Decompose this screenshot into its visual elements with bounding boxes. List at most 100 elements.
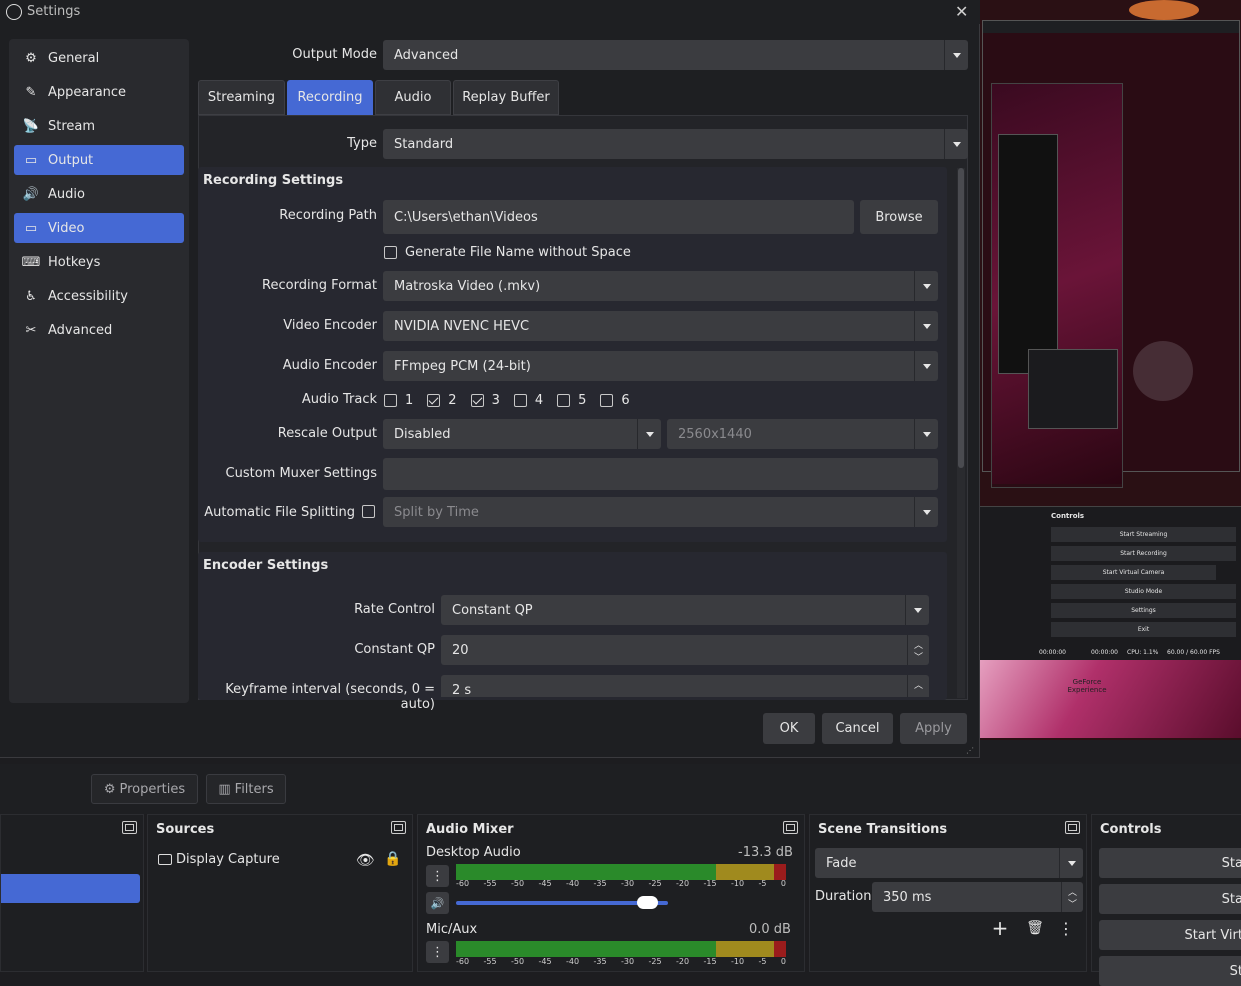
studio-mode-button[interactable]: St	[1099, 956, 1241, 986]
chevron-down-icon	[914, 311, 938, 341]
spin-buttons[interactable]: ︿	[907, 675, 929, 697]
rescale-resolution-select[interactable]: 2560x1440	[667, 419, 938, 449]
sidebar-item-output[interactable]: ▭ Output	[14, 145, 184, 175]
accessibility-icon: ♿	[25, 288, 37, 304]
more-options-icon[interactable]: ⋮	[426, 941, 449, 963]
no-space-row[interactable]: Generate File Name without Space	[384, 245, 631, 260]
keyframe-value: 2 s	[452, 682, 472, 698]
volume-slider-handle[interactable]	[637, 896, 658, 909]
filters-button[interactable]: ▥ Filters	[206, 774, 286, 804]
source-item[interactable]: Display Capture	[158, 852, 280, 867]
scene-item-selected[interactable]	[1, 874, 140, 903]
sidebar-item-label: Audio	[48, 186, 85, 202]
properties-button[interactable]: ⚙ Properties	[91, 774, 198, 804]
tab-recording[interactable]: Recording	[287, 80, 373, 115]
spin-buttons[interactable]: ︿ ﹀	[1061, 882, 1083, 912]
duration-spinbox[interactable]: 350 ms ︿ ﹀	[872, 882, 1083, 912]
keyframe-spinbox[interactable]: 2 s ︿	[441, 675, 929, 697]
sources-dock: Sources Display Capture 👁 🔒	[147, 814, 413, 972]
file-splitting-checkbox[interactable]	[362, 505, 375, 518]
sidebar-item-appearance[interactable]: ✎ Appearance	[14, 77, 184, 107]
sidebar-item-general[interactable]: ⚙ General	[14, 43, 184, 73]
recording-format-value: Matroska Video (.mkv)	[394, 278, 541, 294]
sources-title: Sources	[156, 821, 215, 837]
sidebar-item-audio[interactable]: 🔊 Audio	[14, 179, 184, 209]
recording-settings-heading: Recording Settings	[203, 173, 344, 188]
rescale-output-select[interactable]: Disabled	[383, 419, 661, 449]
file-splitting-select[interactable]: Split by Time	[383, 497, 938, 527]
constant-qp-value: 20	[452, 642, 469, 658]
sidebar-item-hotkeys[interactable]: ⌨ Hotkeys	[14, 247, 184, 277]
track-checkbox[interactable]	[384, 394, 397, 407]
preview-start-recording: Start Recording	[1051, 546, 1236, 561]
more-options-icon[interactable]: ⋮	[1058, 917, 1074, 939]
more-options-icon[interactable]: ⋮	[426, 865, 449, 887]
preview-nested	[991, 83, 1123, 488]
sidebar-item-accessibility[interactable]: ♿ Accessibility	[14, 281, 184, 311]
resize-grip-icon[interactable]: ⋰	[966, 746, 974, 755]
track-checkbox[interactable]	[557, 394, 571, 407]
chevron-down-icon	[914, 271, 938, 301]
sidebar-item-label: Advanced	[48, 322, 113, 338]
chevron-down-icon	[914, 351, 938, 381]
add-icon[interactable]: +	[989, 916, 1011, 940]
preview-exit: Exit	[1051, 622, 1236, 637]
close-icon[interactable]: ✕	[955, 2, 968, 21]
recording-format-select[interactable]: Matroska Video (.mkv)	[383, 271, 938, 301]
undock-icon[interactable]	[1065, 821, 1080, 834]
tab-streaming[interactable]: Streaming	[198, 80, 285, 115]
track-checkbox[interactable]	[470, 394, 484, 407]
video-encoder-select[interactable]: NVIDIA NVENC HEVC	[383, 311, 938, 341]
custom-muxer-input[interactable]	[383, 458, 938, 490]
track-checkbox[interactable]	[427, 394, 441, 407]
chevron-up-icon[interactable]: ︿	[914, 678, 923, 691]
properties-label: Properties	[119, 781, 186, 797]
scrollbar-thumb[interactable]	[958, 168, 964, 468]
eye-icon[interactable]: 👁	[356, 851, 375, 869]
tab-audio[interactable]: Audio	[375, 80, 451, 115]
start-virtual-camera-button[interactable]: Start Virt	[1099, 920, 1241, 950]
trash-icon[interactable]: 🗑	[1024, 917, 1046, 939]
keyboard-icon: ⌨	[21, 254, 41, 270]
spin-buttons[interactable]: ︿ ﹀	[907, 635, 929, 665]
lock-icon[interactable]: 🔒	[384, 851, 401, 867]
undock-icon[interactable]	[391, 821, 406, 834]
track-checkbox[interactable]	[513, 394, 527, 407]
rate-control-select[interactable]: Constant QP	[441, 595, 929, 625]
chevron-down-icon[interactable]: ﹀	[1068, 897, 1077, 910]
ok-button[interactable]: OK	[763, 713, 815, 744]
track-checkbox[interactable]	[600, 394, 614, 407]
sidebar-item-advanced[interactable]: ✂ Advanced	[14, 315, 184, 345]
transition-select[interactable]: Fade	[815, 848, 1083, 878]
speaker-icon[interactable]: 🔊	[426, 892, 449, 914]
output-mode-label: Output Mode	[292, 47, 377, 62]
recording-path-input[interactable]: C:\Users\ethan\Videos	[383, 200, 854, 234]
no-space-checkbox[interactable]	[384, 246, 397, 259]
sidebar-item-video[interactable]: ▭ Video	[14, 213, 184, 243]
start-recording-button[interactable]: Sta	[1099, 884, 1241, 914]
custom-muxer-label: Custom Muxer Settings	[225, 466, 377, 481]
constant-qp-spinbox[interactable]: 20 ︿ ﹀	[441, 635, 929, 665]
output-mode-select[interactable]: Advanced	[383, 40, 968, 70]
duration-label: Duration	[815, 889, 872, 904]
undock-icon[interactable]	[122, 821, 137, 834]
scrollbar[interactable]	[957, 168, 965, 698]
undock-icon[interactable]	[783, 821, 798, 834]
audio-encoder-select[interactable]: FFmpeg PCM (24-bit)	[383, 351, 938, 381]
recording-path-value: C:\Users\ethan\Videos	[394, 209, 538, 225]
tab-replay-buffer[interactable]: Replay Buffer	[453, 80, 559, 115]
keyframe-spinbox-clip: 2 s ︿	[441, 675, 929, 697]
scene-transitions-title: Scene Transitions	[818, 821, 948, 837]
type-select[interactable]: Standard	[383, 129, 968, 159]
cancel-button[interactable]: Cancel	[822, 713, 893, 744]
output-mode-value: Advanced	[394, 47, 459, 63]
chevron-down-icon[interactable]: ﹀	[914, 650, 923, 663]
apply-button[interactable]: Apply	[900, 713, 967, 744]
preview-fps: 60.00 / 60.00 FPS	[1167, 649, 1220, 656]
keyframe-label: Keyframe interval (seconds, 0 = auto)	[225, 682, 435, 712]
start-streaming-button[interactable]: Sta	[1099, 848, 1241, 878]
sidebar-item-stream[interactable]: 📡 Stream	[14, 111, 184, 141]
browse-button[interactable]: Browse	[860, 200, 938, 234]
channel-name: Desktop Audio	[426, 845, 521, 860]
preview-docks: Controls Start Streaming Start Recording…	[979, 506, 1241, 660]
